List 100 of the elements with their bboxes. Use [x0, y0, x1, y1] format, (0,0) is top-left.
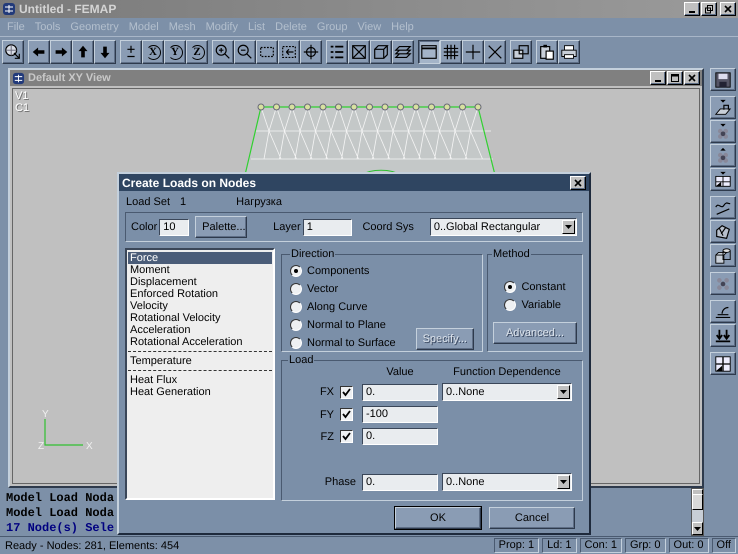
close-icon	[723, 4, 733, 14]
dashed-rectangle-arrow-button[interactable]	[278, 40, 300, 64]
axis-triad	[44, 419, 83, 446]
arrow-right-button[interactable]	[50, 40, 72, 64]
surfaces-button[interactable]	[710, 220, 736, 243]
grid-button[interactable]	[440, 40, 462, 64]
radio-label[interactable]: Constant	[521, 281, 566, 293]
window-icon	[420, 42, 438, 60]
radio-label[interactable]: Vector	[307, 283, 338, 295]
layers-button[interactable]	[392, 40, 414, 64]
load-type-item[interactable]: Temperature	[128, 355, 272, 367]
minimize-button[interactable]	[684, 2, 700, 16]
node-cluster-up-button[interactable]	[710, 144, 736, 167]
radio-button[interactable]	[504, 299, 516, 311]
close-button[interactable]	[720, 2, 736, 16]
function-dropdown[interactable]: 0..None	[442, 383, 572, 401]
node-cluster-down-button[interactable]	[710, 120, 736, 143]
arrow-down-button[interactable]	[94, 40, 116, 64]
input-field[interactable]: 0.	[362, 384, 438, 400]
column-header: Value	[385, 366, 415, 378]
node-cluster-button[interactable]	[710, 272, 736, 295]
close-button[interactable]	[570, 176, 586, 190]
checkbox[interactable]	[340, 386, 353, 398]
maximize-button[interactable]	[667, 71, 683, 85]
cube-button[interactable]	[370, 40, 392, 64]
load-type-item[interactable]: Heat Generation	[128, 386, 272, 398]
arrow-left-button[interactable]	[28, 40, 50, 64]
load-type-item[interactable]: Force	[128, 252, 272, 264]
caret-down-icon	[560, 390, 567, 394]
load-type-item[interactable]: Rotational Velocity	[128, 312, 272, 324]
restore-button[interactable]	[701, 2, 717, 16]
list-button[interactable]	[326, 40, 348, 64]
input-field[interactable]: 10	[159, 218, 190, 236]
status-pane: Out: 0	[668, 538, 709, 553]
plus-button[interactable]	[462, 40, 484, 64]
plus-icon	[464, 42, 482, 60]
globe-arrow-icon	[4, 42, 22, 60]
quad-panel-button[interactable]	[710, 352, 736, 375]
load-type-list[interactable]: Force Moment Displacement Enforced Rotation Velocity Rotational Velocity Acceleration Rotational Acceleration Temperature Heat Flux Heat Generation	[125, 248, 275, 500]
floppy-disk-button[interactable]	[710, 68, 736, 91]
window-button[interactable]	[418, 40, 440, 64]
rotate-button[interactable]: Z	[186, 40, 208, 64]
radio-button[interactable]	[290, 265, 302, 277]
status-pane: Con: 1	[580, 538, 622, 553]
function-dropdown[interactable]: 0..None	[442, 473, 572, 491]
radio-label[interactable]: Components	[307, 265, 370, 277]
panel-down-icon	[714, 170, 732, 188]
minimize-icon	[689, 11, 695, 13]
checkbox[interactable]	[340, 430, 353, 443]
curve-button[interactable]	[710, 196, 736, 219]
crosshair-button[interactable]	[300, 40, 322, 64]
radio-label[interactable]: Normal to Surface	[307, 337, 396, 349]
load-type-item[interactable]: Heat Flux	[128, 374, 272, 386]
panel-down-button[interactable]	[710, 168, 736, 191]
load-type-item[interactable]: Acceleration	[128, 324, 272, 336]
load-type-item[interactable]: Rotational Acceleration	[128, 336, 272, 348]
cube-cylinder-button[interactable]	[710, 244, 736, 267]
radio-label[interactable]: Variable	[521, 299, 562, 311]
load-type-item[interactable]: Displacement	[128, 276, 272, 288]
clipboard-button[interactable]	[536, 40, 558, 64]
radio-label[interactable]: Normal to Plane	[307, 319, 386, 331]
radio-button[interactable]	[290, 283, 302, 295]
radio-button[interactable]	[290, 319, 302, 331]
arrow-up-button[interactable]	[72, 40, 94, 64]
coord-sys-dropdown[interactable]: 0..Global Rectangular	[430, 218, 577, 236]
overlapping-windows-button[interactable]	[510, 40, 532, 64]
checkbox[interactable]	[340, 408, 353, 421]
radio-button[interactable]	[504, 281, 516, 293]
rotate-button[interactable]: X	[142, 40, 164, 64]
palette-button[interactable]: Palette...	[195, 216, 248, 238]
input-field[interactable]: 1	[302, 218, 352, 236]
close-button[interactable]	[684, 71, 700, 85]
dialog-button[interactable]: OK	[395, 507, 481, 529]
surface-load-icon	[714, 98, 732, 116]
scrollbar[interactable]	[691, 488, 704, 536]
load-type-item[interactable]: Enforced Rotation	[128, 288, 272, 300]
zoom-in-button[interactable]	[212, 40, 234, 64]
minimize-button[interactable]	[650, 71, 666, 85]
box-cross-button[interactable]	[348, 40, 370, 64]
zoom-out-button[interactable]	[234, 40, 256, 64]
radio-label[interactable]: Along Curve	[307, 301, 368, 313]
input-field[interactable]: -100	[362, 406, 438, 423]
surface-load-button[interactable]	[710, 96, 736, 119]
input-field[interactable]: 0.	[362, 428, 438, 445]
trowel-button[interactable]	[710, 300, 736, 323]
dashed-rectangle-button[interactable]	[256, 40, 278, 64]
status-pane: Prop: 1	[494, 538, 540, 553]
globe-arrow-button[interactable]	[2, 40, 24, 64]
load-type-item[interactable]: Moment	[128, 264, 272, 276]
rotate-button[interactable]: Y	[164, 40, 186, 64]
cross-button[interactable]	[484, 40, 506, 64]
dialog-button[interactable]: Cancel	[489, 507, 575, 529]
printer-button[interactable]	[558, 40, 580, 64]
radio-button[interactable]	[290, 337, 302, 349]
input-field[interactable]: 0.	[362, 474, 438, 490]
load-type-item[interactable]: Velocity	[128, 300, 272, 312]
double-arrow-down-button[interactable]	[710, 324, 736, 347]
radio-button[interactable]	[290, 301, 302, 313]
quad-panel-icon	[714, 354, 732, 372]
plus-minus-button[interactable]	[120, 40, 142, 64]
